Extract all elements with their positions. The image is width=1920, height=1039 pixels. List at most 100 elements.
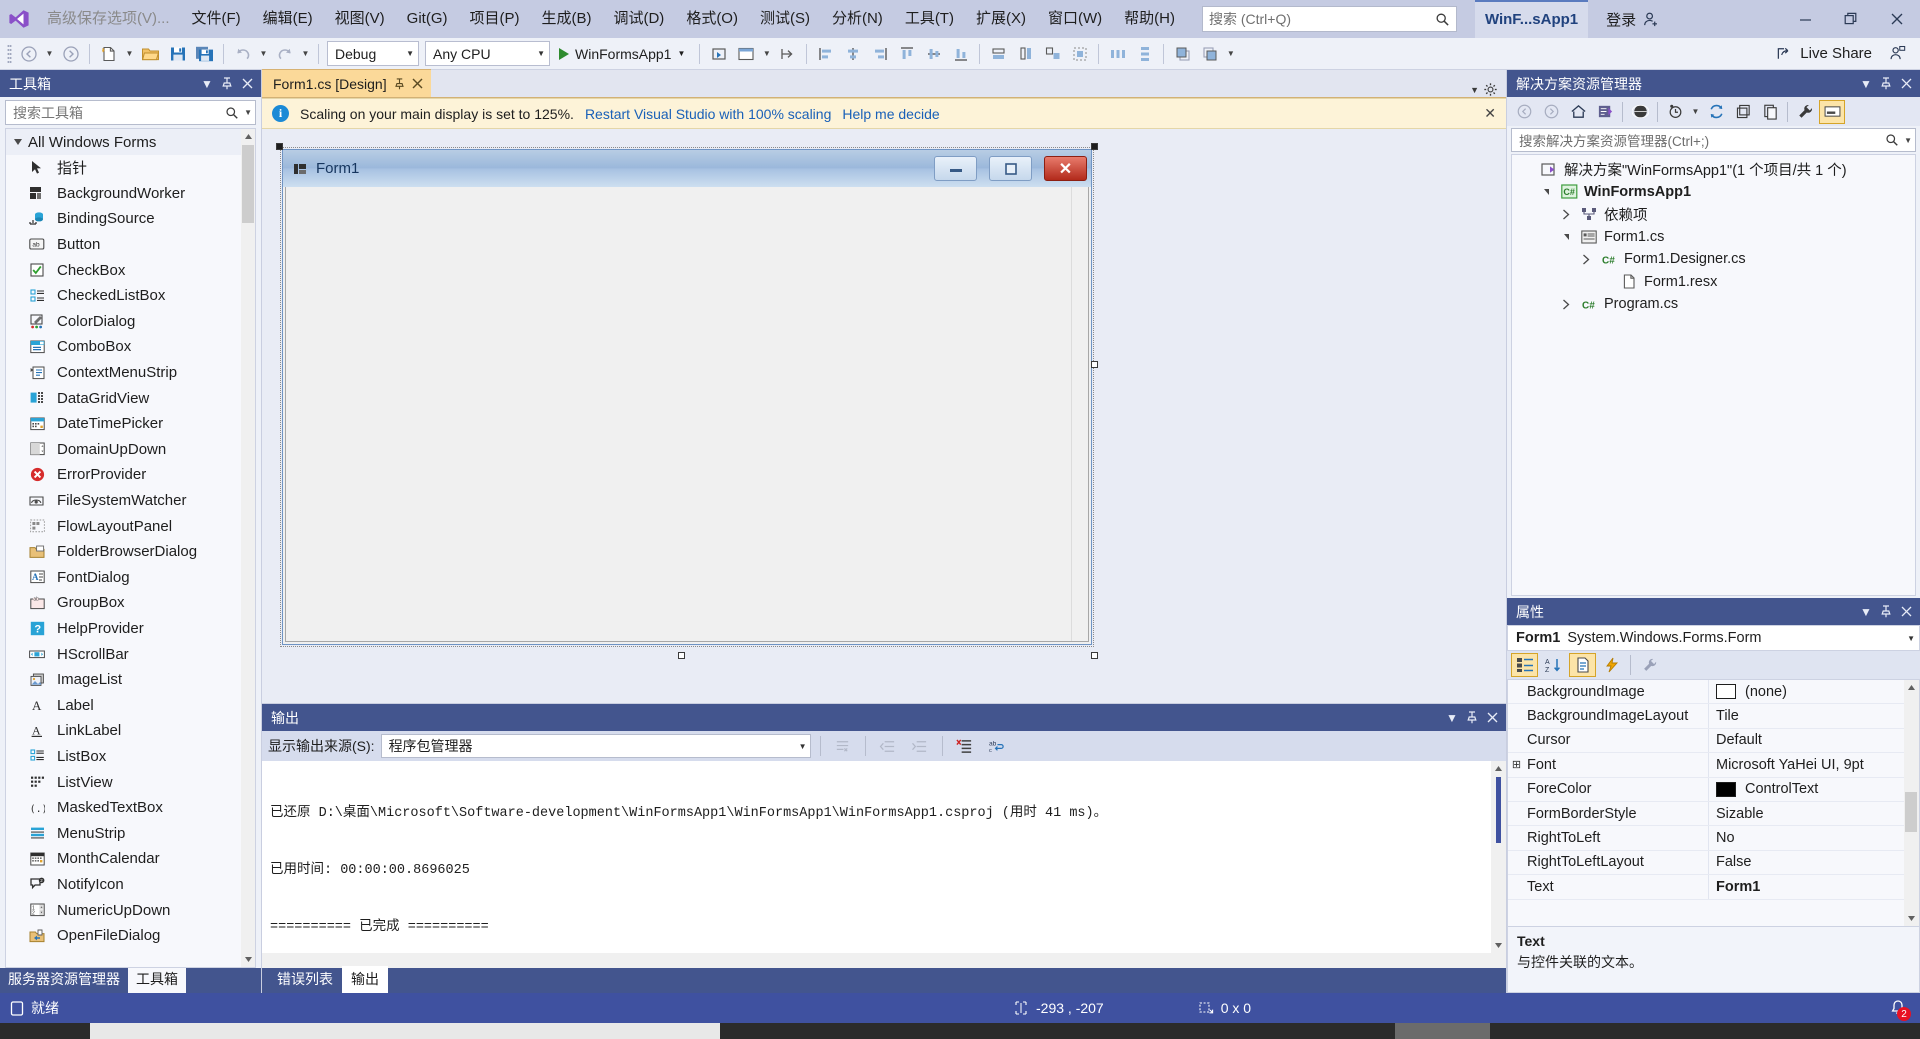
chevron-down-icon[interactable] <box>1558 233 1574 240</box>
output-vertical-scrollbar[interactable] <box>1491 761 1506 953</box>
form-vertical-scrollbar[interactable] <box>1071 187 1088 641</box>
property-value[interactable]: ControlText <box>1709 781 1919 797</box>
toolbox-item-flowlayoutpanel[interactable]: FlowLayoutPanel <box>6 513 255 539</box>
toolbox-item-listbox[interactable]: ListBox <box>6 744 255 770</box>
tab-toolbox[interactable]: 工具箱 <box>128 966 186 993</box>
align-centers-icon[interactable] <box>840 41 865 67</box>
document-tab-form1-design[interactable]: Form1.cs [Design] <box>262 69 431 97</box>
chevron-down-icon[interactable]: ▼ <box>1470 85 1479 95</box>
property-value[interactable]: False <box>1709 854 1919 870</box>
align-tops-icon[interactable] <box>894 41 919 67</box>
form-minimize-button[interactable] <box>934 156 977 181</box>
toolbox-group-all-windows-forms[interactable]: All Windows Forms <box>6 129 255 155</box>
property-row[interactable]: RightToLeftLayout False <box>1508 850 1919 876</box>
menu-view[interactable]: 视图(V) <box>324 5 396 33</box>
scroll-down-icon[interactable] <box>1491 938 1505 953</box>
window-close-button[interactable] <box>1874 3 1920 35</box>
property-value[interactable]: Microsoft YaHei UI, 9pt <box>1709 757 1919 773</box>
chevron-down-icon[interactable] <box>1538 188 1554 195</box>
menu-format[interactable]: 格式(O) <box>675 5 749 33</box>
tab-order-icon[interactable] <box>775 41 800 67</box>
make-same-width-icon[interactable] <box>986 41 1011 67</box>
make-vertical-spacing-equal-icon[interactable] <box>1132 41 1157 67</box>
toolbox-item-notifyicon[interactable]: 2 NotifyIcon <box>6 872 255 898</box>
toolbar-overflow-icon[interactable]: ▼ <box>1224 41 1237 67</box>
new-project-dropdown-icon[interactable]: ▼ <box>123 41 136 67</box>
toolbox-item-hscrollbar[interactable]: HScrollBar <box>6 641 255 667</box>
window-restore-button[interactable] <box>1828 3 1874 35</box>
property-value[interactable]: Tile <box>1709 708 1919 724</box>
make-same-height-icon[interactable] <box>1013 41 1038 67</box>
sign-in-button[interactable]: 登录 <box>1606 9 1660 30</box>
toolbox-item-imagelist[interactable]: ImageList <box>6 667 255 693</box>
properties-grid[interactable]: BackgroundImage (none) BackgroundImageLayo… <box>1507 679 1920 927</box>
property-value[interactable]: Default <box>1709 732 1919 748</box>
pin-icon[interactable] <box>1876 74 1896 94</box>
solution-tree-item[interactable]: Form1.resx <box>1512 271 1915 294</box>
resize-handle-bottom-center[interactable] <box>678 652 685 659</box>
toolbox-scroll-thumb[interactable] <box>242 145 254 223</box>
chevron-down-icon[interactable]: ▼ <box>1899 136 1912 145</box>
toolbox-item-fontdialog[interactable]: A FontDialog <box>6 565 255 591</box>
bell-icon[interactable]: 2 <box>1886 996 1911 1021</box>
pin-icon[interactable] <box>1876 602 1896 622</box>
property-row[interactable]: BackgroundImageLayout Tile <box>1508 704 1919 729</box>
all-files-icon[interactable] <box>1627 100 1653 124</box>
save-all-icon[interactable] <box>192 41 217 67</box>
resize-handle-bottom-right[interactable] <box>1091 652 1098 659</box>
property-row[interactable]: BackgroundImage (none) <box>1508 680 1919 705</box>
live-share-button[interactable]: Live Share <box>1776 45 1920 62</box>
undo-icon[interactable] <box>230 41 255 67</box>
properties-object-selector[interactable]: Form1 System.Windows.Forms.Form ▼ <box>1507 625 1920 651</box>
menu-tools[interactable]: 工具(T) <box>894 5 965 33</box>
close-icon[interactable] <box>1896 602 1916 622</box>
toolbox-item-datetimepicker[interactable]: DateTimePicker <box>6 411 255 437</box>
solution-platform-combo[interactable]: Any CPU ▼ <box>425 41 550 66</box>
go-to-message-icon[interactable] <box>830 734 856 758</box>
size-to-grid-icon[interactable] <box>1067 41 1092 67</box>
alphabetical-icon[interactable]: AZ <box>1540 653 1567 677</box>
send-to-back-icon[interactable] <box>1197 41 1222 67</box>
toolbox-scrollbar[interactable] <box>241 129 255 967</box>
properties-page-icon[interactable] <box>1569 653 1596 677</box>
help-me-decide-link[interactable]: Help me decide <box>842 106 939 122</box>
toolbox-item-button[interactable]: ab Button <box>6 232 255 258</box>
menu-extensions[interactable]: 扩展(X) <box>965 5 1037 33</box>
menu-project[interactable]: 项目(P) <box>458 5 530 33</box>
toolbox-item-contextmenustrip[interactable]: ContextMenuStrip <box>6 360 255 386</box>
events-icon[interactable] <box>1598 653 1625 677</box>
categorized-icon[interactable] <box>1511 653 1538 677</box>
pin-icon[interactable] <box>217 74 237 94</box>
menu-git[interactable]: Git(G) <box>396 5 459 33</box>
toolbox-item-numericupdown[interactable]: 1 2 NumericUpDown <box>6 897 255 923</box>
pin-icon[interactable] <box>1462 708 1482 728</box>
chevron-down-icon[interactable]: ▼ <box>239 108 252 117</box>
scroll-up-icon[interactable] <box>241 129 255 144</box>
pending-changes-icon[interactable] <box>1662 100 1688 124</box>
previous-message-icon[interactable] <box>875 734 901 758</box>
align-bottoms-icon[interactable] <box>948 41 973 67</box>
solution-tree-item[interactable]: C# WinFormsApp1 <box>1512 181 1915 204</box>
back-icon[interactable] <box>1511 100 1537 124</box>
form-preview[interactable]: Form1 ✕ <box>282 149 1092 645</box>
taskbar-active-window[interactable] <box>90 1023 720 1039</box>
chevron-down-icon[interactable]: ▼ <box>760 41 773 67</box>
preview-icon[interactable] <box>733 41 758 67</box>
property-row[interactable]: Cursor Default <box>1508 728 1919 754</box>
solution-tree-item[interactable]: C# Form1.Designer.cs <box>1512 248 1915 271</box>
toolbar-grip[interactable] <box>4 44 14 64</box>
resize-handle-top-right[interactable] <box>1091 143 1098 150</box>
window-minimize-button[interactable] <box>1782 3 1828 35</box>
form-maximize-button[interactable] <box>989 156 1032 181</box>
clear-all-icon[interactable] <box>952 734 978 758</box>
tab-error-list[interactable]: 错误列表 <box>268 966 342 993</box>
scroll-up-icon[interactable] <box>1491 761 1505 776</box>
close-icon[interactable] <box>412 78 423 89</box>
toolbox-item-domainupdown[interactable]: DomainUpDown <box>6 437 255 463</box>
close-icon[interactable]: ✕ <box>1484 105 1496 122</box>
scroll-down-icon[interactable] <box>241 952 255 967</box>
select-tool-icon[interactable] <box>706 41 731 67</box>
navigate-back-icon[interactable] <box>16 41 41 67</box>
menu-help[interactable]: 帮助(H) <box>1113 5 1186 33</box>
toolbox-item-backgroundworker[interactable]: BackgroundWorker <box>6 181 255 207</box>
